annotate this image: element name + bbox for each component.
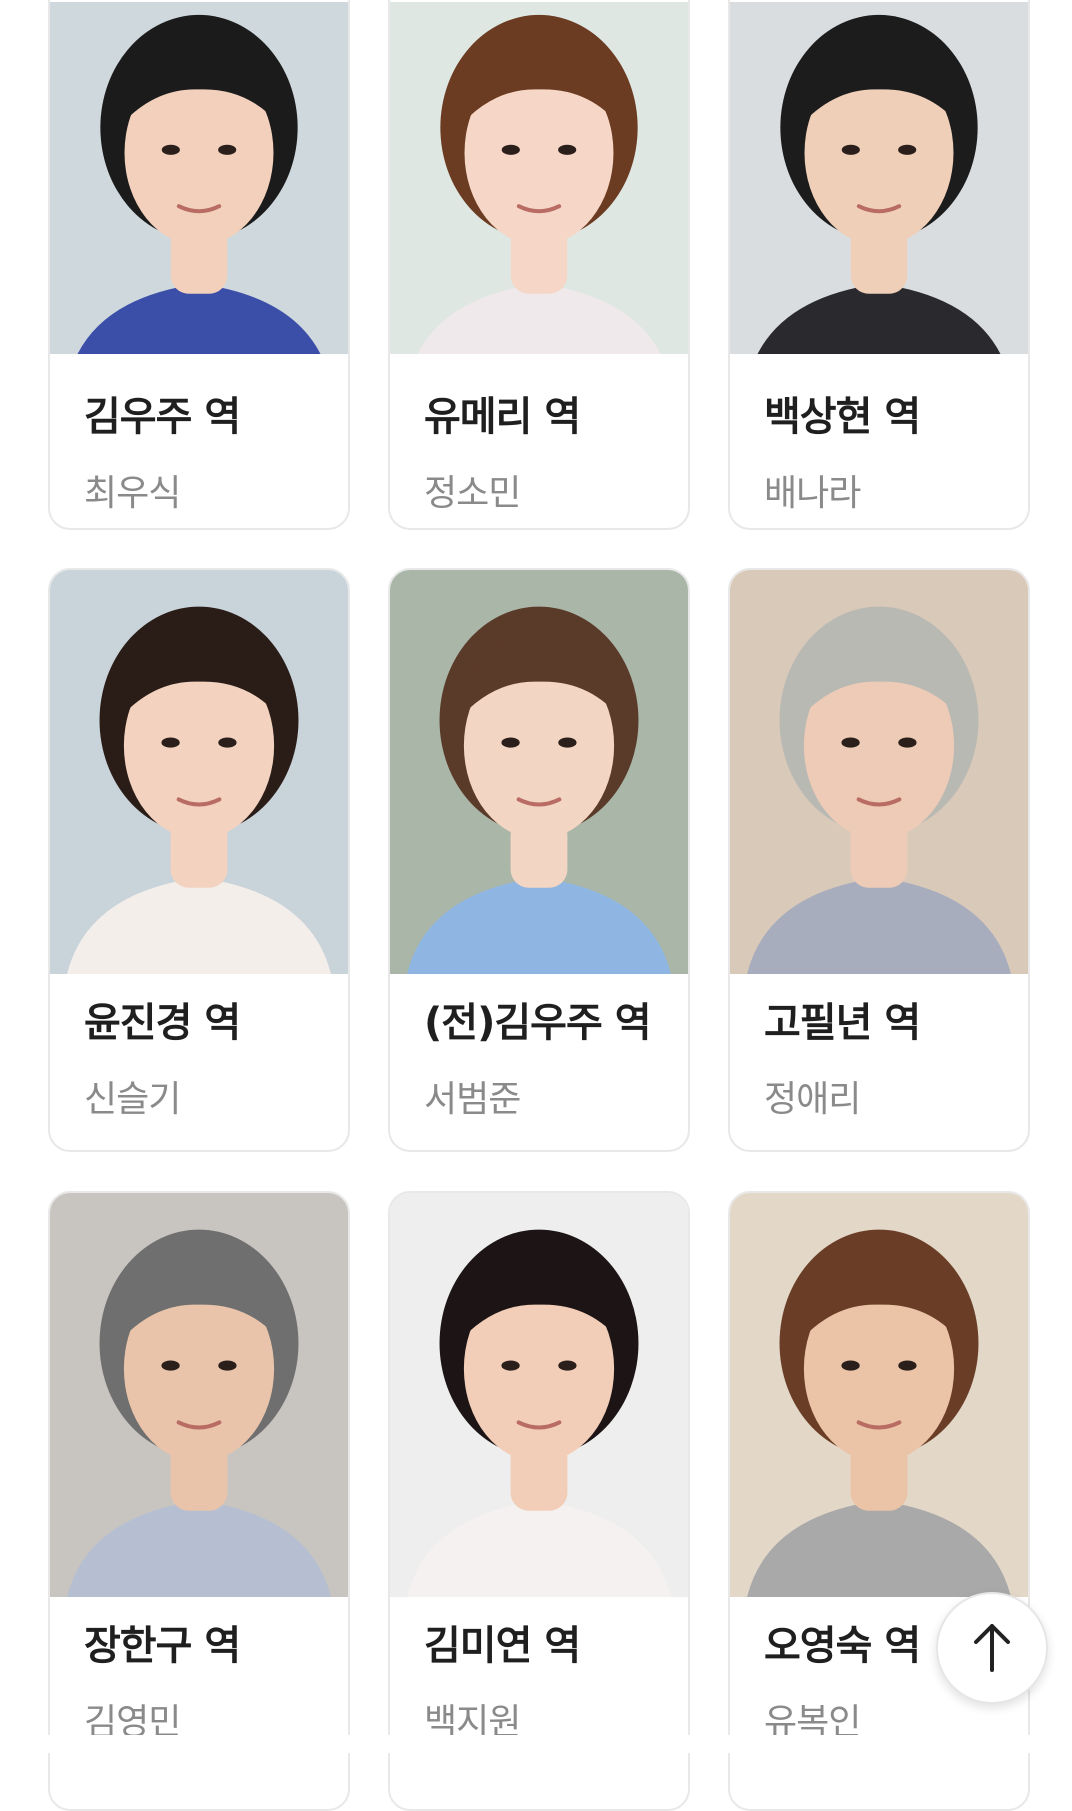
cast-photo <box>50 570 348 974</box>
cast-photo <box>50 1193 348 1597</box>
cast-info: (전)김우주 역 서범준 <box>424 990 651 1122</box>
role-name: 유메리 역 <box>424 394 581 440</box>
scroll-to-top-button[interactable] <box>936 1592 1048 1704</box>
bottom-edge <box>0 1735 1072 1753</box>
cast-info: 윤진경 역 신슬기 <box>84 990 241 1122</box>
cast-info: 오영숙 역 유복인 <box>764 1613 921 1745</box>
role-name: 윤진경 역 <box>84 1000 241 1046</box>
actor-name: 배나라 <box>764 473 861 514</box>
role-name: 오영숙 역 <box>764 1623 921 1669</box>
cast-card[interactable]: (전)김우주 역 서범준 <box>388 568 690 1152</box>
cast-card[interactable]: 윤진경 역 신슬기 <box>48 568 350 1152</box>
actor-name: 신슬기 <box>84 1079 181 1120</box>
portrait-image <box>390 570 688 974</box>
cast-card[interactable]: 오영숙 역 유복인 <box>728 1191 1030 1811</box>
role-name: 김우주 역 <box>84 394 241 440</box>
cast-photo <box>390 2 688 354</box>
cast-card[interactable]: 김우주 역 최우식 <box>48 0 350 530</box>
cast-info: 백상현 역 배나라 <box>764 384 921 516</box>
arrow-up-icon <box>974 1624 1010 1672</box>
cast-photo <box>50 2 348 354</box>
portrait-image <box>730 1193 1028 1597</box>
cast-photo <box>730 570 1028 974</box>
cast-card[interactable]: 백상현 역 배나라 <box>728 0 1030 530</box>
cast-card[interactable]: 유메리 역 정소민 <box>388 0 690 530</box>
cast-info: 장한구 역 김영민 <box>84 1613 241 1745</box>
cast-info: 유메리 역 정소민 <box>424 384 581 516</box>
cast-photo <box>390 1193 688 1597</box>
cast-card[interactable]: 고필년 역 정애리 <box>728 568 1030 1152</box>
portrait-image <box>50 1193 348 1597</box>
cast-card[interactable]: 장한구 역 김영민 <box>48 1191 350 1811</box>
portrait-image <box>50 570 348 974</box>
portrait-image <box>390 2 688 354</box>
cast-photo <box>730 2 1028 354</box>
cast-photo <box>390 570 688 974</box>
cast-info: 고필년 역 정애리 <box>764 990 921 1122</box>
portrait-image <box>390 1193 688 1597</box>
cast-photo <box>730 1193 1028 1597</box>
cast-card[interactable]: 김미연 역 백지원 <box>388 1191 690 1811</box>
portrait-image <box>50 2 348 354</box>
actor-name: 최우식 <box>84 473 181 514</box>
actor-name: 정소민 <box>424 473 521 514</box>
portrait-image <box>730 2 1028 354</box>
role-name: (전)김우주 역 <box>424 1000 651 1046</box>
cast-info: 김우주 역 최우식 <box>84 384 241 516</box>
portrait-image <box>730 570 1028 974</box>
role-name: 고필년 역 <box>764 1000 921 1046</box>
role-name: 백상현 역 <box>764 394 921 440</box>
role-name: 김미연 역 <box>424 1623 581 1669</box>
actor-name: 정애리 <box>764 1079 861 1120</box>
actor-name: 서범준 <box>424 1079 521 1120</box>
cast-info: 김미연 역 백지원 <box>424 1613 581 1745</box>
role-name: 장한구 역 <box>84 1623 241 1669</box>
